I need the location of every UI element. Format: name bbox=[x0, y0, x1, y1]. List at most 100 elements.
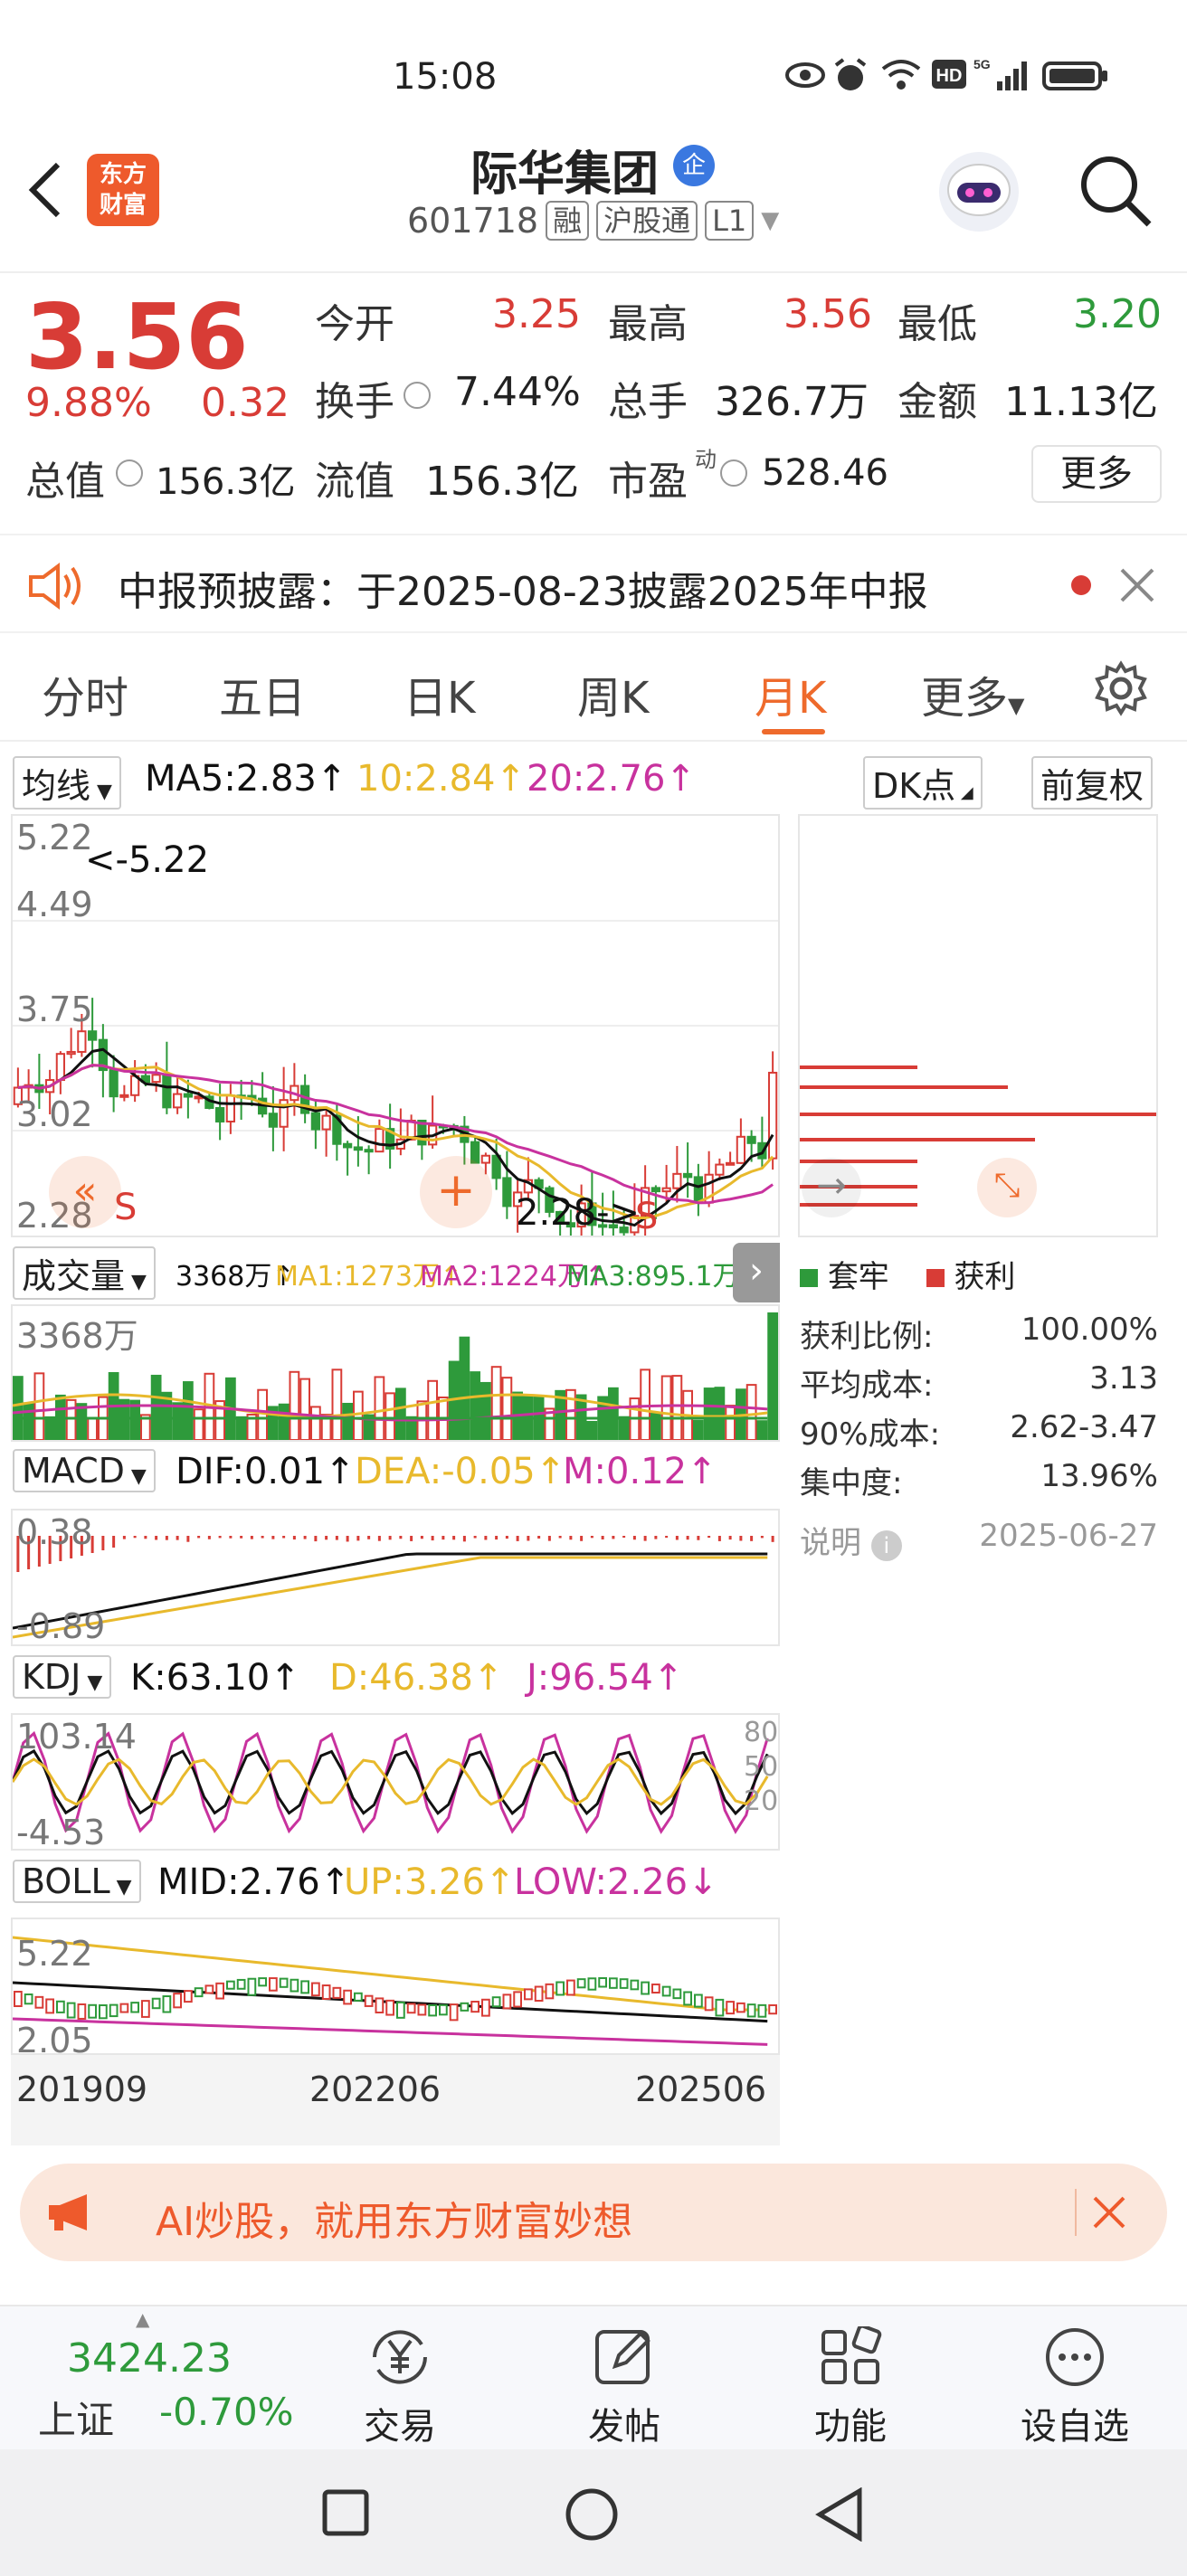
dropdown-icon: ▼ bbox=[1008, 693, 1025, 718]
boll-legend: BOLL ▼ MID:2.76↑ UP:3.26↑ LOW:2.26↓ bbox=[13, 1860, 787, 1910]
boll-candle bbox=[364, 1994, 374, 2007]
kline-chart[interactable]: 5.22 4.49 3.75 3.02 2.28 <-5.22 2.28-> S… bbox=[11, 814, 780, 1254]
info-icon[interactable] bbox=[404, 382, 431, 409]
close-icon[interactable] bbox=[1091, 2194, 1127, 2230]
boll-candle bbox=[502, 1994, 512, 2010]
wifi-icon bbox=[879, 56, 923, 92]
volume-bar bbox=[278, 1403, 290, 1441]
candle-body bbox=[183, 1093, 193, 1098]
boll-candle bbox=[534, 1985, 544, 2003]
trapped-swatch bbox=[800, 1269, 818, 1287]
boll-selector[interactable]: BOLL ▼ bbox=[13, 1860, 141, 1903]
dropdown-icon[interactable]: ▼ bbox=[761, 207, 779, 234]
dk-point-selector[interactable]: DK点 ◢ bbox=[863, 756, 983, 810]
selector-label: MACD bbox=[22, 1451, 125, 1491]
volume-value: 326.7万 bbox=[715, 379, 869, 425]
tab-weekly-k[interactable]: 周K bbox=[577, 662, 649, 725]
nav-add-watchlist[interactable]: 设自选 bbox=[984, 2306, 1165, 2449]
expand-icon[interactable]: ⤡ bbox=[977, 1158, 1037, 1217]
macd-svg bbox=[12, 1536, 774, 1639]
open-label: 今开 bbox=[315, 301, 394, 347]
x-label-start: 201909 bbox=[16, 2069, 148, 2109]
volume-bar bbox=[193, 1408, 204, 1441]
high-marker: <-5.22 bbox=[85, 839, 210, 881]
scroll-left-button[interactable]: « bbox=[49, 1156, 121, 1228]
y-label-3: 3.75 bbox=[16, 990, 93, 1029]
dropdown-icon: ▼ bbox=[125, 1271, 147, 1293]
boll-candle bbox=[746, 2003, 756, 2018]
indicator-selector[interactable]: 均线 ▼ bbox=[13, 756, 121, 810]
volume-bar bbox=[23, 1402, 34, 1441]
macd-selector[interactable]: MACD ▼ bbox=[13, 1449, 156, 1492]
boll-candle bbox=[88, 2003, 97, 2019]
dropdown-icon: ▼ bbox=[81, 1672, 103, 1694]
zoom-in-button[interactable]: + bbox=[420, 1156, 492, 1228]
boll-candle bbox=[162, 1995, 172, 2013]
boll-candle bbox=[587, 1977, 597, 1991]
back-nav-icon[interactable] bbox=[814, 2487, 865, 2542]
boll-candle bbox=[34, 1995, 44, 2009]
back-icon[interactable] bbox=[25, 161, 65, 219]
tab-daily-k[interactable]: 日K bbox=[404, 662, 475, 725]
candle-body bbox=[353, 1146, 363, 1151]
tab-intraday[interactable]: 分时 bbox=[42, 662, 128, 725]
chip-date: 2025-06-27 bbox=[979, 1518, 1158, 1554]
selector-label: KDJ bbox=[22, 1657, 81, 1697]
close-icon[interactable] bbox=[1118, 566, 1156, 604]
candle-body bbox=[650, 1187, 660, 1193]
ma10-label: 10:2.84↑ bbox=[356, 758, 526, 800]
y-label-4: 3.02 bbox=[16, 1094, 93, 1134]
stat-value: 13.96% bbox=[1040, 1458, 1158, 1494]
signal-5g-icon: 5G bbox=[973, 56, 1031, 92]
collapse-arrow-icon[interactable]: → bbox=[802, 1158, 861, 1217]
nav-trade[interactable]: 交易 bbox=[309, 2306, 490, 2449]
boll-candle bbox=[258, 1977, 267, 1987]
status-time: 15:08 bbox=[393, 56, 498, 98]
note-link[interactable]: 说明 i bbox=[800, 1518, 902, 1567]
notice-bar[interactable]: 中报预披露：于2025-08-23披露2025年中报 bbox=[0, 534, 1187, 633]
nav-functions[interactable]: 功能 bbox=[760, 2306, 941, 2449]
volume-bar bbox=[331, 1368, 343, 1441]
volume-bar bbox=[767, 1312, 778, 1441]
info-icon[interactable] bbox=[116, 459, 143, 487]
tab-five-day[interactable]: 五日 bbox=[219, 662, 306, 725]
app-logo[interactable]: 东方 财富 bbox=[87, 154, 159, 226]
nav-label: 发帖 bbox=[588, 2406, 660, 2448]
expand-panel-icon[interactable]: › bbox=[733, 1243, 780, 1302]
index-name[interactable]: 上证 bbox=[38, 2390, 114, 2445]
divider bbox=[1075, 2189, 1077, 2236]
tab-monthly-k[interactable]: 月K bbox=[755, 662, 826, 725]
nav-post[interactable]: 发帖 bbox=[534, 2306, 715, 2449]
note-row: 说明 i 2025-06-27 bbox=[800, 1518, 1158, 1567]
caret-up-icon: ▲ bbox=[136, 2308, 150, 2330]
more-button[interactable]: 更多 bbox=[1031, 445, 1162, 503]
adjust-selector[interactable]: 前复权 bbox=[1031, 756, 1154, 810]
more-dots-icon bbox=[1039, 2326, 1111, 2388]
recent-apps-icon[interactable] bbox=[322, 2489, 369, 2536]
volume-bar bbox=[183, 1381, 194, 1441]
pe-value: 528.46 bbox=[762, 452, 888, 494]
info-icon[interactable] bbox=[720, 459, 747, 487]
low-label: 最低 bbox=[897, 301, 977, 347]
home-icon[interactable] bbox=[565, 2487, 619, 2542]
tab-more[interactable]: 更多▼ bbox=[921, 662, 1024, 725]
volume-selector[interactable]: 成交量 ▼ bbox=[13, 1246, 156, 1300]
volume-bar bbox=[13, 1376, 24, 1441]
index-value[interactable]: 3424.23 bbox=[67, 2335, 232, 2382]
x-label-end: 202506 bbox=[635, 2069, 767, 2109]
kdj-selector[interactable]: KDJ ▼ bbox=[13, 1655, 112, 1699]
boll-candle bbox=[375, 1997, 385, 2013]
robot-avatar-icon[interactable] bbox=[934, 147, 1024, 237]
tab-more-label: 更多 bbox=[921, 673, 1009, 724]
boll-candle bbox=[470, 2001, 480, 2013]
volume-bar bbox=[480, 1381, 491, 1442]
boll-candle bbox=[204, 1984, 214, 1994]
volume-bar bbox=[395, 1387, 406, 1441]
search-icon[interactable] bbox=[1077, 152, 1154, 230]
ma20-label: 20:2.76↑ bbox=[527, 758, 696, 800]
boll-candle bbox=[715, 1998, 725, 2017]
boll-candle bbox=[99, 2003, 108, 2020]
settings-gear-icon[interactable] bbox=[1093, 660, 1149, 716]
ai-promo-banner[interactable]: AI炒股，就用东方财富妙想 bbox=[20, 2164, 1167, 2261]
selector-label: BOLL bbox=[22, 1861, 110, 1901]
